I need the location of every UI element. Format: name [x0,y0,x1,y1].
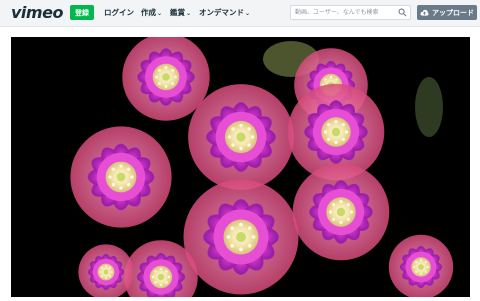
join-button[interactable]: 登録 [70,5,94,20]
search-input[interactable]: 動画、ユーザー、なんでも検索 [290,5,411,20]
nav-on-demand-label: オンデマンド [199,8,244,17]
chevron-down-icon: ⌄ [245,10,251,17]
nav-on-demand[interactable]: オンデマンド⌄ [199,7,250,18]
nav-create-label: 作成 [141,8,156,17]
search-placeholder: 動画、ユーザー、なんでも検索 [295,9,379,16]
vimeo-logo[interactable]: vimeo [11,3,63,22]
search-icon[interactable] [398,8,407,17]
upload-label: アップロード [432,8,474,17]
chevron-down-icon: ⌄ [157,10,163,17]
nav-watch[interactable]: 鑑賞⌄ [170,7,191,18]
top-navigation-bar: vimeo 登録 ログイン 作成⌄ 鑑賞⌄ オンデマンド⌄ 動画、ユーザー、なん… [0,0,480,27]
nav-create[interactable]: 作成⌄ [141,7,162,18]
nav-watch-label: 鑑賞 [170,8,185,17]
cloud-upload-icon [420,9,429,16]
chevron-down-icon: ⌄ [186,10,192,17]
video-player[interactable] [11,37,470,297]
nav-login[interactable]: ログイン [104,7,134,18]
cactus-flowers-video-frame [11,37,470,297]
upload-button[interactable]: アップロード [417,5,477,20]
nav-login-label: ログイン [104,8,134,17]
